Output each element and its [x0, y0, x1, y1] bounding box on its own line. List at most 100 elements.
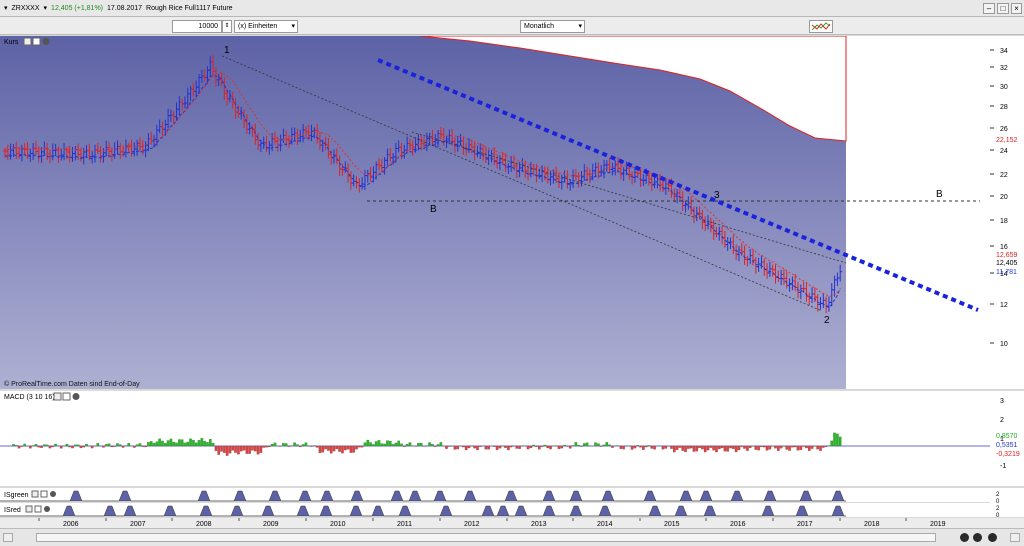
- macd-bar: [228, 445, 232, 454]
- close-icon[interactable]: [72, 393, 80, 400]
- macd-bar: [231, 445, 235, 451]
- macd-bar: [715, 445, 718, 453]
- wrench-icon[interactable]: [53, 392, 62, 401]
- macd-bar: [343, 445, 347, 451]
- macd-bar: [183, 442, 187, 447]
- macd-bar: [568, 445, 572, 449]
- scroll-right-button[interactable]: [1010, 533, 1020, 542]
- price-marker-label: 12,405: [996, 260, 1018, 267]
- scrollbar-track[interactable]: [36, 533, 936, 542]
- macd-bar: [259, 445, 263, 453]
- price-marker-label: 12,659: [996, 252, 1018, 259]
- macd-marker-label: 0,8570: [996, 433, 1018, 440]
- macd-axis: 321-10,85700,5351-0,3219: [990, 391, 1024, 486]
- quantity-input[interactable]: 10000: [172, 20, 222, 33]
- macd-bar: [540, 445, 544, 447]
- macd-bar: [237, 445, 240, 455]
- macd-bar: [822, 445, 825, 448]
- wrench-icon[interactable]: [31, 490, 39, 498]
- macd-bar: [448, 445, 451, 447]
- macd-bar: [833, 432, 836, 447]
- time-tick-label: 2007: [130, 521, 146, 528]
- macd-bar: [82, 445, 86, 448]
- macd-bar: [670, 445, 673, 449]
- wave-label-2: 2: [824, 315, 830, 326]
- price-tick-label: 24: [1000, 148, 1008, 155]
- macd-bar: [110, 445, 114, 448]
- macd-bar: [807, 445, 811, 451]
- macd-bar: [374, 441, 378, 447]
- macd-bar: [251, 445, 254, 451]
- macd-bar: [116, 443, 119, 447]
- window-icon[interactable]: [62, 392, 71, 401]
- macd-bar: [597, 443, 600, 447]
- zoom-in-icon[interactable]: [973, 533, 982, 542]
- macd-bar: [453, 445, 457, 450]
- window-icon[interactable]: [40, 490, 48, 498]
- panel-label-macd: MACD (3 10 16): [4, 394, 55, 401]
- macd-bar: [709, 445, 713, 448]
- macd-bar: [155, 441, 159, 447]
- macd-bar: [611, 445, 614, 448]
- quantity-stepper[interactable]: ⇕: [222, 20, 232, 33]
- macd-bar: [37, 445, 41, 448]
- macd-bar: [161, 440, 164, 447]
- macd-bar: [301, 444, 305, 447]
- zoom-out-icon[interactable]: [960, 533, 969, 542]
- close-button[interactable]: ×: [1011, 3, 1022, 14]
- indicator-axis: 2020: [990, 488, 1024, 519]
- macd-bar: [135, 444, 139, 447]
- chart-settings-button[interactable]: [809, 20, 833, 33]
- macd-bar: [408, 442, 412, 447]
- chart-settings-icon: [811, 22, 831, 31]
- macd-bar: [743, 445, 746, 449]
- macd-bar: [622, 445, 625, 450]
- macd-bar: [518, 445, 521, 449]
- scroll-left-button[interactable]: [3, 533, 13, 542]
- macd-bar: [526, 445, 530, 450]
- macd-bar: [703, 445, 707, 453]
- window-icon[interactable]: [32, 37, 41, 46]
- period-select[interactable]: Monatlich ▾: [520, 20, 585, 33]
- macd-bar: [360, 445, 364, 448]
- macd-bar: [535, 445, 538, 447]
- window-icon[interactable]: [34, 505, 42, 513]
- close-icon[interactable]: [42, 38, 50, 45]
- reset-zoom-icon[interactable]: [988, 533, 997, 542]
- maximize-button[interactable]: □: [997, 3, 1009, 14]
- macd-bar: [31, 445, 35, 447]
- app-menu-icon[interactable]: ▾: [4, 4, 8, 12]
- macd-bar: [178, 439, 181, 447]
- panel-label-kurs: Kurs: [4, 39, 19, 46]
- macd-bar: [462, 445, 465, 448]
- macd-bar: [762, 445, 766, 448]
- time-tick-label: 2012: [464, 521, 480, 528]
- close-icon[interactable]: [44, 506, 50, 512]
- macd-bar: [810, 445, 814, 449]
- macd-panel: MACD (3 10 16): [0, 391, 990, 486]
- panel-label-isred: ISred: [4, 507, 21, 514]
- macd-bar: [34, 444, 38, 447]
- macd-bar: [824, 445, 828, 447]
- macd-bar: [765, 445, 769, 451]
- macd-bar: [785, 445, 789, 450]
- macd-bar: [574, 442, 578, 447]
- macd-bar: [71, 445, 74, 449]
- horizontal-scrollbar[interactable]: [0, 528, 1024, 546]
- macd-bar: [194, 442, 198, 447]
- panel-header-macd: MACD (3 10 16): [4, 392, 80, 401]
- macd-bar: [594, 442, 597, 447]
- chevron-down-icon[interactable]: ▾: [44, 4, 48, 12]
- macd-bar: [636, 445, 640, 447]
- wrench-icon[interactable]: [25, 505, 33, 513]
- minimize-button[interactable]: –: [983, 3, 995, 14]
- macd-bar: [633, 445, 637, 449]
- wrench-icon[interactable]: [23, 37, 32, 46]
- units-select[interactable]: (x) Einheiten ▾: [234, 20, 298, 33]
- macd-bar: [163, 443, 167, 447]
- close-icon[interactable]: [50, 491, 56, 497]
- macd-bar: [639, 445, 642, 448]
- macd-bar: [701, 445, 704, 450]
- instrument-name: Rough Rice Full1117 Future: [146, 4, 233, 12]
- macd-bar: [478, 445, 482, 447]
